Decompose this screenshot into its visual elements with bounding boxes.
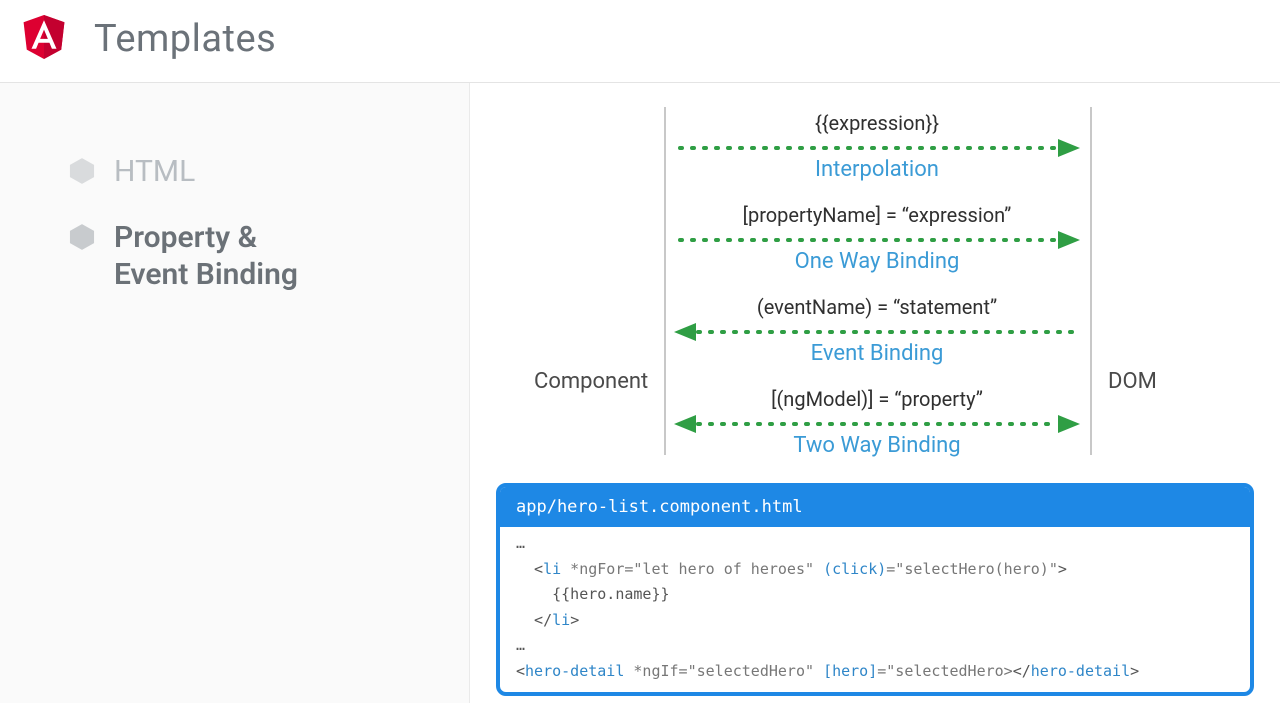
- main: HTML Property & Event Binding Component …: [0, 83, 1280, 703]
- diagram-syntax: (eventName) = “statement”: [674, 295, 1080, 319]
- code-file-name: app/hero-list.component.html: [500, 487, 1250, 527]
- sidebar-item-label: HTML: [114, 153, 195, 191]
- code-line: {{hero.name}}: [516, 582, 1234, 608]
- sidebar-item-label: Property & Event Binding: [114, 219, 298, 294]
- code-line: </li>: [516, 608, 1234, 634]
- arrow-right-icon: [674, 229, 1080, 251]
- sidebar-item-property-event-binding[interactable]: Property & Event Binding: [68, 219, 429, 294]
- diagram-row-twoway: [(ngModel)] = “property” Two Way Binding: [674, 387, 1080, 458]
- diagram-divider-right: [1090, 107, 1092, 455]
- diagram-binding-name: One Way Binding: [674, 249, 1080, 274]
- arrow-right-icon: [674, 137, 1080, 159]
- diagram-divider-left: [664, 107, 666, 455]
- angular-logo-icon: [22, 14, 66, 64]
- diagram-binding-name: Interpolation: [674, 157, 1080, 182]
- diagram-row-event: (eventName) = “statement” Event Binding: [674, 295, 1080, 366]
- diagram-binding-name: Two Way Binding: [674, 433, 1080, 458]
- arrow-left-icon: [674, 321, 1080, 343]
- sidebar-item-html[interactable]: HTML: [68, 153, 429, 191]
- code-panel: app/hero-list.component.html … <li *ngFo…: [496, 483, 1254, 696]
- code-line: <hero-detail *ngIf="selectedHero" [hero]…: [516, 659, 1234, 685]
- diagram-syntax: {{expression}}: [674, 111, 1080, 135]
- code-body: … <li *ngFor="let hero of heroes" (click…: [500, 527, 1250, 692]
- content: Component DOM {{expression}} Interpolati…: [470, 83, 1280, 703]
- diagram-syntax: [propertyName] = “expression”: [674, 203, 1080, 227]
- code-line: …: [516, 633, 1234, 659]
- binding-diagram: Component DOM {{expression}} Interpolati…: [496, 101, 1254, 461]
- header: Templates: [0, 0, 1280, 82]
- diagram-syntax: [(ngModel)] = “property”: [674, 387, 1080, 411]
- diagram-label-component: Component: [534, 369, 648, 394]
- arrow-both-icon: [674, 413, 1080, 435]
- diagram-row-interpolation: {{expression}} Interpolation: [674, 111, 1080, 182]
- hexagon-icon: [68, 223, 96, 251]
- code-line: …: [516, 531, 1234, 557]
- diagram-label-dom: DOM: [1108, 369, 1157, 394]
- hexagon-icon: [68, 157, 96, 185]
- sidebar: HTML Property & Event Binding: [0, 83, 470, 703]
- diagram-binding-name: Event Binding: [674, 341, 1080, 366]
- page-title: Templates: [94, 17, 276, 61]
- diagram-row-oneway: [propertyName] = “expression” One Way Bi…: [674, 203, 1080, 274]
- code-line: <li *ngFor="let hero of heroes" (click)=…: [516, 557, 1234, 583]
